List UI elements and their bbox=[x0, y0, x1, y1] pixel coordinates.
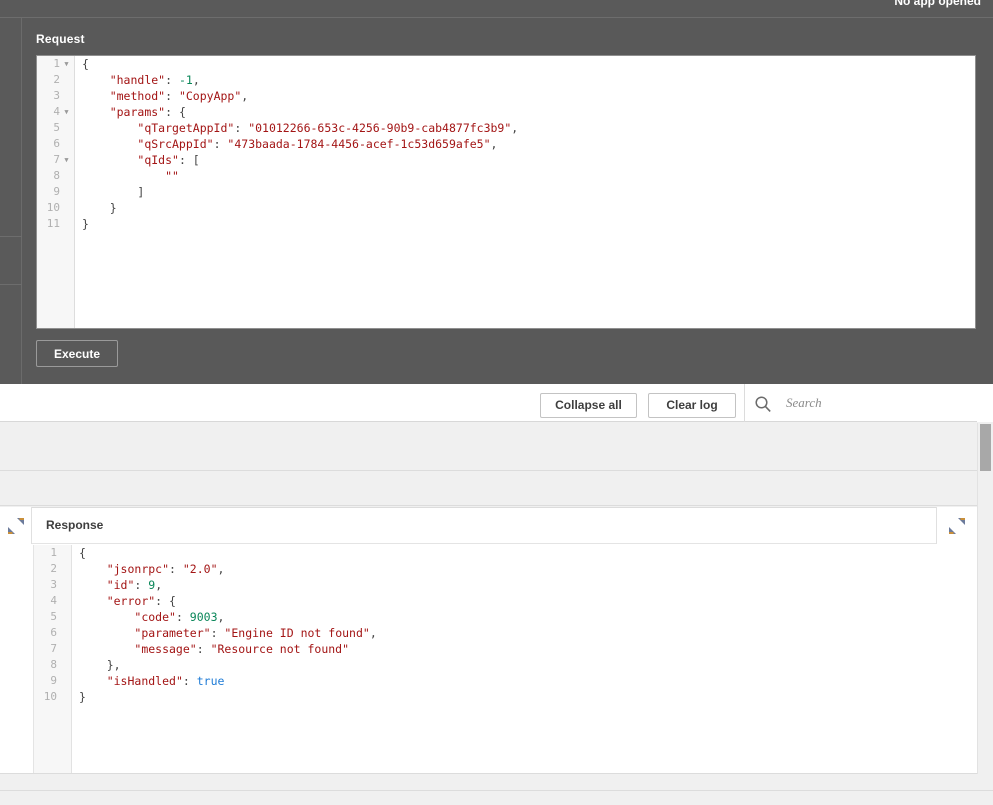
log-scrollbar-thumb[interactable] bbox=[980, 424, 991, 471]
expand-diagonal-icon bbox=[948, 517, 966, 535]
rail-divider-1 bbox=[0, 236, 22, 237]
line-number: 1 ▼ bbox=[37, 56, 74, 72]
line-number: 9 bbox=[53, 185, 60, 198]
search-icon bbox=[754, 395, 772, 413]
line-number: 6 bbox=[53, 137, 60, 150]
code-line: "method": "CopyApp", bbox=[109, 89, 249, 103]
code-line: "qSrcAppId": "473baada-1784-4456-acef-1c… bbox=[137, 137, 498, 151]
response-panel-title: Response bbox=[46, 518, 104, 532]
line-number: 3 bbox=[53, 89, 60, 102]
line-number: 3 bbox=[50, 578, 57, 591]
response-expand-right-button[interactable] bbox=[936, 507, 977, 544]
line-number: 11 bbox=[46, 217, 60, 230]
request-editor[interactable]: 1 ▼ 2 3 4 ▼ 5 6 7 ▼ 8 9 10 11 { "handle": -1, "method… bbox=[36, 55, 976, 329]
response-expand-left-button[interactable] bbox=[0, 507, 32, 544]
request-region: No app opened Request 1 ▼ 2 3 4 ▼ 5 6 7 ▼ 8 9 10 11 {… bbox=[0, 0, 993, 384]
request-gutter: 1 ▼ 2 3 4 ▼ 5 6 7 ▼ 8 9 10 11 bbox=[37, 56, 75, 328]
code-line: "jsonrpc": "2.0", bbox=[106, 562, 225, 576]
request-panel-title: Request bbox=[36, 32, 85, 46]
code-line: ] bbox=[137, 185, 145, 199]
line-number: 10 bbox=[46, 201, 60, 214]
line-number: 8 bbox=[50, 658, 57, 671]
code-line: "" bbox=[165, 169, 179, 183]
code-line: { bbox=[79, 546, 86, 560]
code-line: "error": { bbox=[106, 594, 176, 608]
top-divider bbox=[0, 17, 993, 18]
code-line: "qIds": [ bbox=[137, 153, 200, 167]
code-line: "parameter": "Engine ID not found", bbox=[134, 626, 377, 640]
code-line: } bbox=[82, 217, 89, 231]
expand-diagonal-icon bbox=[7, 517, 25, 535]
line-number: 5 bbox=[53, 121, 60, 134]
code-line: "qTargetAppId": "01012266-653c-4256-90b9… bbox=[137, 121, 519, 135]
code-line: { bbox=[82, 57, 89, 71]
code-line: "id": 9, bbox=[106, 578, 163, 592]
line-number: 9 bbox=[50, 674, 57, 687]
collapse-all-button[interactable]: Collapse all bbox=[540, 393, 637, 418]
line-number: 6 bbox=[50, 626, 57, 639]
code-line: "isHandled": true bbox=[106, 674, 225, 688]
response-gutter: 1 2 3 4 5 6 7 8 9 10 bbox=[34, 545, 72, 773]
no-app-opened-label: No app opened bbox=[894, 0, 981, 8]
fold-toggle-icon[interactable]: ▼ bbox=[62, 152, 71, 168]
bottom-band-2 bbox=[0, 792, 993, 805]
code-line: } bbox=[109, 201, 117, 215]
line-number: 5 bbox=[50, 610, 57, 623]
log-toolbar: Collapse all Clear log bbox=[0, 384, 993, 422]
response-left-margin bbox=[0, 544, 33, 774]
response-editor[interactable]: 1 2 3 4 5 6 7 8 9 10 { "jsonrpc": "2.0", "id": 9,… bbox=[33, 545, 977, 773]
log-scrollbar-track[interactable] bbox=[977, 423, 993, 774]
response-code[interactable]: { "jsonrpc": "2.0", "id": 9, "error": { … bbox=[73, 545, 977, 773]
line-number: 1 bbox=[50, 546, 57, 559]
debug-console-page: No app opened Request 1 ▼ 2 3 4 ▼ 5 6 7 ▼ 8 9 10 11 {… bbox=[0, 0, 993, 805]
code-line: "handle": -1, bbox=[109, 73, 200, 87]
clear-log-button[interactable]: Clear log bbox=[648, 393, 736, 418]
execute-button[interactable]: Execute bbox=[36, 340, 118, 367]
line-number: 10 bbox=[43, 690, 57, 703]
line-number: 7 bbox=[50, 642, 57, 655]
left-rail bbox=[0, 18, 22, 384]
line-number: 2 bbox=[53, 73, 60, 86]
line-number: 4 bbox=[50, 594, 57, 607]
code-line: "params": { bbox=[109, 105, 186, 119]
search-input[interactable] bbox=[784, 393, 984, 413]
fold-toggle-icon[interactable]: ▼ bbox=[62, 104, 71, 120]
toolbar-scroll-filler bbox=[977, 384, 993, 422]
line-number: 2 bbox=[50, 562, 57, 575]
code-line: } bbox=[79, 690, 86, 704]
log-entry-band-2[interactable] bbox=[0, 470, 977, 506]
line-number: 4 ▼ bbox=[37, 104, 74, 120]
code-line: "code": 9003, bbox=[134, 610, 225, 624]
line-number: 8 bbox=[53, 169, 60, 182]
code-line: }, bbox=[106, 658, 121, 672]
app-status-strip: No app opened bbox=[0, 0, 993, 17]
bottom-band-1 bbox=[0, 774, 993, 791]
line-number: 7 ▼ bbox=[37, 152, 74, 168]
code-line: "message": "Resource not found" bbox=[134, 642, 350, 656]
search-area bbox=[754, 384, 993, 422]
fold-toggle-icon[interactable]: ▼ bbox=[62, 56, 71, 72]
log-entry-band-1[interactable] bbox=[0, 423, 993, 470]
toolbar-separator bbox=[744, 384, 745, 422]
request-code[interactable]: { "handle": -1, "method": "CopyApp", "pa… bbox=[76, 56, 975, 328]
rail-divider-2 bbox=[0, 284, 22, 285]
response-header bbox=[0, 507, 977, 544]
